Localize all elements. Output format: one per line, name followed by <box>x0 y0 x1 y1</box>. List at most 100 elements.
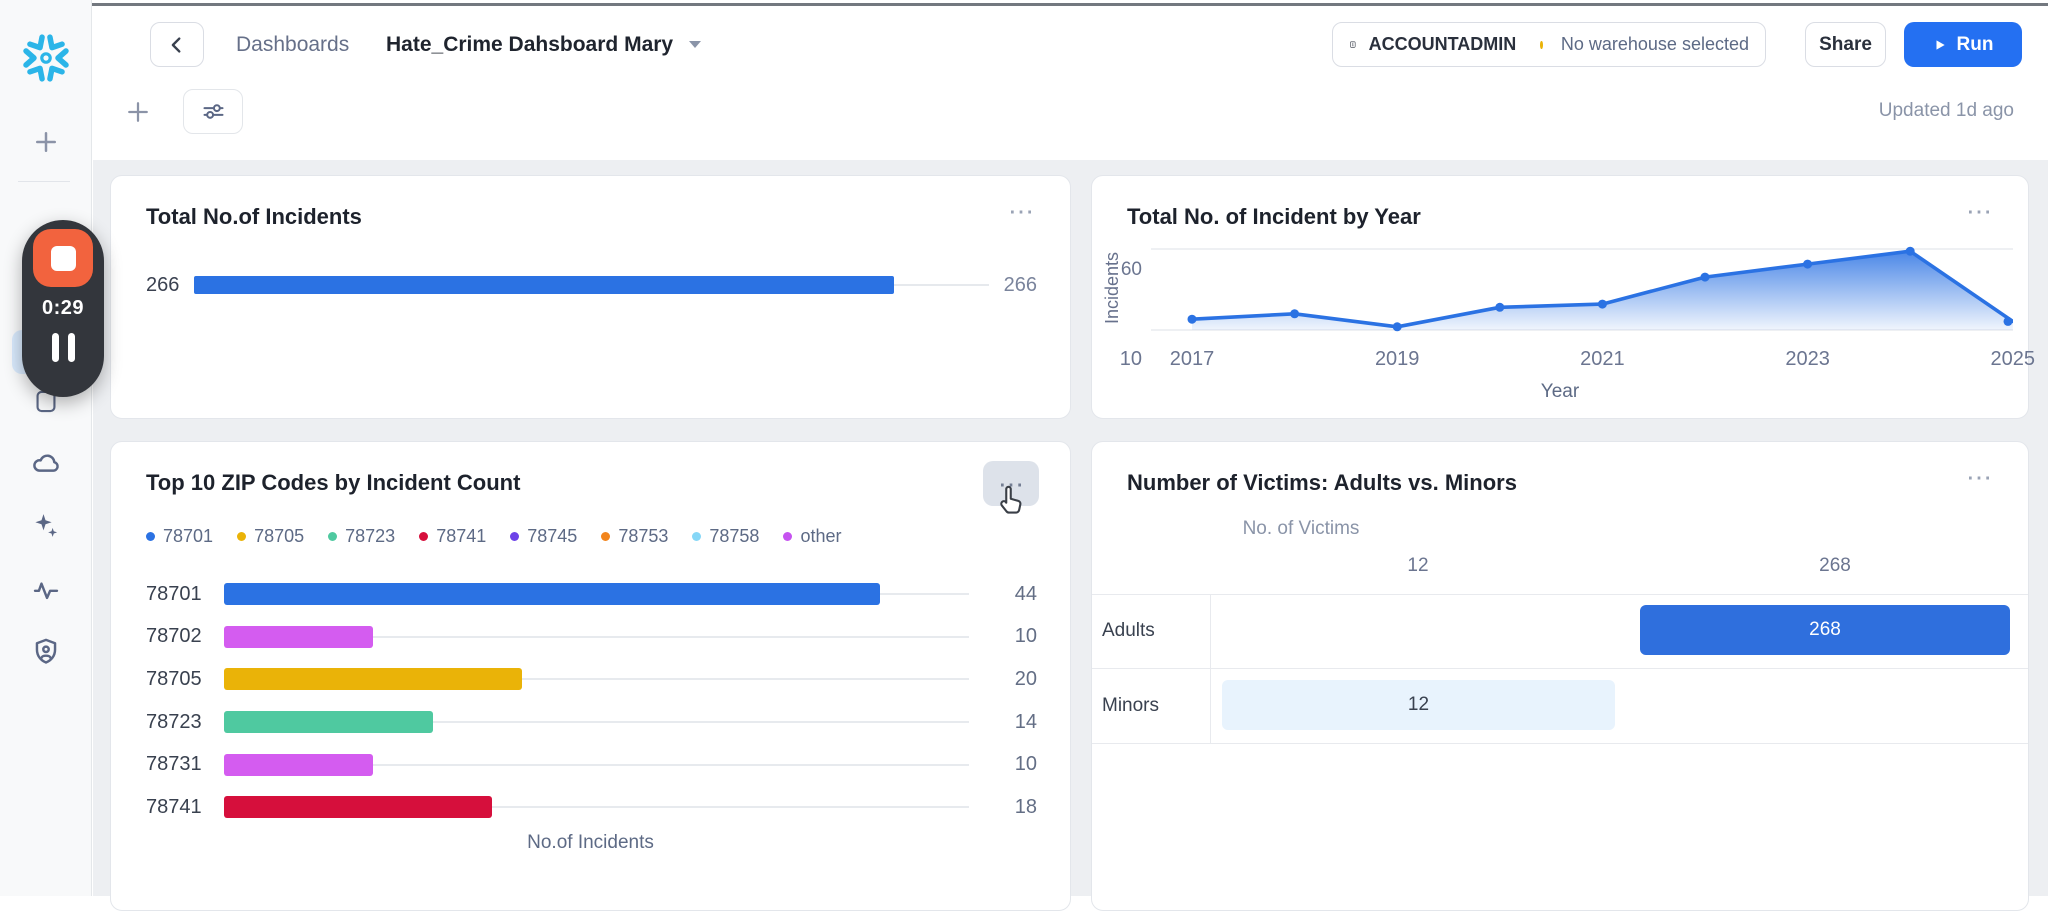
bar-row: 78701 44 <box>146 573 1037 616</box>
legend-item[interactable]: 78705 <box>237 526 304 547</box>
recorder-pause-button[interactable] <box>52 333 75 362</box>
recorder-timer: 0:29 <box>42 297 84 320</box>
legend-item[interactable]: 78741 <box>419 526 486 547</box>
bar-track <box>224 796 969 818</box>
legend-label: other <box>800 526 841 547</box>
sliders-icon <box>200 98 227 125</box>
x-axis-tick: 2021 <box>1580 348 1625 371</box>
context-selector[interactable]: ACCOUNTADMIN No warehouse selected <box>1332 22 1766 67</box>
bar <box>224 583 880 605</box>
area-chart <box>1151 241 2013 336</box>
bar-row: 78705 20 <box>146 658 1037 701</box>
bar-track <box>194 274 988 296</box>
legend-item[interactable]: other <box>783 526 841 547</box>
sidebar-activity-icon[interactable] <box>30 574 61 605</box>
card-menu-button[interactable]: ⋯ <box>1966 198 1992 224</box>
filters-button[interactable] <box>183 89 243 134</box>
card-title: Top 10 ZIP Codes by Incident Count <box>146 470 520 496</box>
bar-category-label: 78741 <box>146 796 208 819</box>
last-updated-label: Updated 1d ago <box>1714 100 2014 122</box>
legend-item[interactable]: 78753 <box>601 526 668 547</box>
plus-icon <box>123 97 153 127</box>
bar-value: 14 <box>985 711 1037 734</box>
x-axis-ticks: 20172019202120232025 <box>1092 348 2030 372</box>
back-button[interactable] <box>150 22 204 67</box>
legend-label: 78753 <box>618 526 668 547</box>
x-axis-tick: 2023 <box>1785 348 1830 371</box>
breadcrumb[interactable]: Dashboards <box>236 22 349 67</box>
run-button[interactable]: Run <box>1904 22 2022 67</box>
sidebar-cloud-icon[interactable] <box>30 448 61 479</box>
bar-category-label: 78702 <box>146 625 208 648</box>
dashboard-title-menu[interactable]: Hate_Crime Dahsboard Mary <box>386 22 701 67</box>
recorder-stop-button[interactable] <box>33 229 93 287</box>
bar <box>224 668 522 690</box>
column-header-268: 268 <box>1819 555 1851 577</box>
page-title: Hate_Crime Dahsboard Mary <box>386 33 673 57</box>
account-role: ACCOUNTADMIN <box>1369 34 1517 55</box>
bar-value-right: 266 <box>1004 274 1037 297</box>
bar-value: 20 <box>985 668 1037 691</box>
legend-dot <box>510 532 519 541</box>
bar <box>224 754 373 776</box>
legend-label: 78701 <box>163 526 213 547</box>
bar-row: 78731 10 <box>146 743 1037 786</box>
share-button[interactable]: Share <box>1805 22 1886 67</box>
column-header-12: 12 <box>1407 555 1428 577</box>
bar-value: 44 <box>985 583 1037 606</box>
legend-dot <box>419 532 428 541</box>
sidebar-divider <box>18 181 70 182</box>
x-axis-title: Year <box>1092 381 2028 403</box>
legend-item[interactable]: 78701 <box>146 526 213 547</box>
chevron-down-icon <box>689 41 701 48</box>
play-icon <box>1933 38 1947 52</box>
legend-label: 78741 <box>436 526 486 547</box>
row-label-minors: Minors <box>1102 695 1159 717</box>
y-axis-tick: 60 <box>1116 259 1142 281</box>
bar-track <box>224 754 969 776</box>
legend-dot <box>783 532 792 541</box>
snowflake-logo-icon[interactable] <box>20 32 72 84</box>
x-axis-tick: 2019 <box>1375 348 1420 371</box>
role-badge-icon <box>1349 33 1357 56</box>
bar-value-left: 266 <box>146 274 179 297</box>
warehouse-status-dot <box>1540 41 1543 49</box>
card-menu-button-hovered[interactable]: ⋯ <box>983 461 1039 506</box>
legend-item[interactable]: 78758 <box>692 526 759 547</box>
bar-track <box>224 626 969 648</box>
sidebar-add-icon[interactable] <box>31 127 61 157</box>
sidebar-sparkles-icon[interactable] <box>31 511 61 541</box>
legend-item[interactable]: 78745 <box>510 526 577 547</box>
screen-recorder-widget: 0:29 <box>22 220 104 397</box>
bar-value: 10 <box>985 753 1037 776</box>
card-menu-button[interactable]: ⋯ <box>1008 198 1034 224</box>
x-axis-tick: 2025 <box>1991 348 2036 371</box>
bar-category-label: 78731 <box>146 753 208 776</box>
left-sidebar <box>0 0 92 896</box>
bar-row: 78741 18 <box>146 786 1037 829</box>
legend-dot <box>692 532 701 541</box>
card-menu-button[interactable]: ⋯ <box>1966 464 1992 490</box>
row-label-adults: Adults <box>1102 620 1155 642</box>
add-tile-button[interactable] <box>120 92 156 132</box>
total-incidents-bar <box>194 276 894 294</box>
bar-category-label: 78723 <box>146 711 208 734</box>
heat-cell-adults: 268 <box>1640 605 2010 655</box>
bar <box>224 796 492 818</box>
legend-item[interactable]: 78723 <box>328 526 395 547</box>
bar-category-label: 78705 <box>146 668 208 691</box>
warehouse-status: No warehouse selected <box>1561 34 1749 55</box>
stop-icon <box>51 246 76 271</box>
heat-cell-minors: 12 <box>1222 680 1615 730</box>
bar-rows: 78701 44 7870210 78705 20 78723 14 78731 10 78741… <box>146 573 1037 829</box>
sidebar-admin-shield-icon[interactable] <box>30 636 61 667</box>
card-title: Total No.of Incidents <box>146 204 362 230</box>
bar-value: 18 <box>985 796 1037 819</box>
card-incidents-by-year: Total No. of Incident by Year ⋯ Incident… <box>1091 175 2029 419</box>
legend-label: 78758 <box>709 526 759 547</box>
bar-row: 7870210 <box>146 616 1037 659</box>
card-title: Number of Victims: Adults vs. Minors <box>1127 470 1517 496</box>
legend-dot <box>328 532 337 541</box>
bar-row: 78723 14 <box>146 701 1037 744</box>
bar-category-label: 78701 <box>146 583 208 606</box>
